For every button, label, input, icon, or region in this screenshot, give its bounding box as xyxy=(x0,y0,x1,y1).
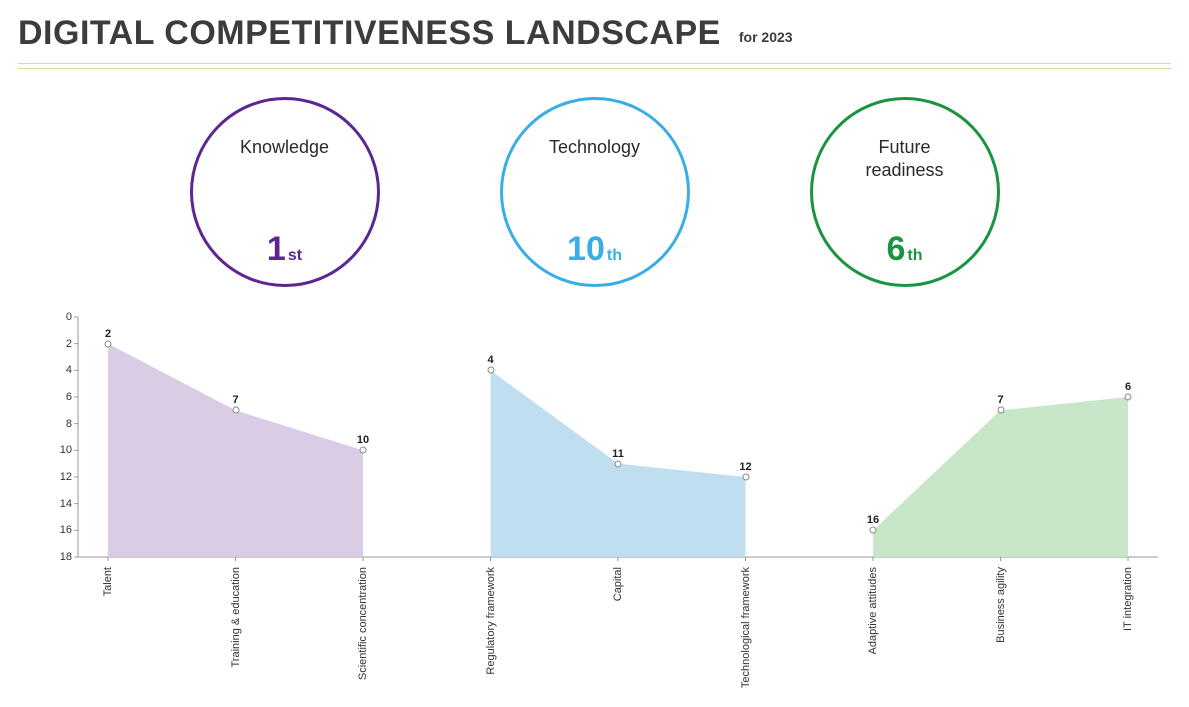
y-tick: 16 xyxy=(42,524,72,536)
y-tick: 6 xyxy=(42,391,72,403)
page-title: DIGITAL COMPETITIVENESS LANDSCAPE xyxy=(18,14,721,53)
y-tick: 0 xyxy=(42,311,72,323)
y-tick: 18 xyxy=(42,551,72,563)
x-tick: Regulatory framework xyxy=(485,567,497,675)
title-underline xyxy=(18,63,1171,69)
data-label: 6 xyxy=(1125,381,1131,393)
data-label: 7 xyxy=(232,394,238,406)
data-point xyxy=(742,474,749,481)
data-label: 4 xyxy=(487,354,493,366)
pillar-future-readiness-label: Future readiness xyxy=(865,136,943,181)
data-label: 7 xyxy=(997,394,1003,406)
data-point xyxy=(997,407,1004,414)
pillar-future-readiness: Future readiness 6 th xyxy=(810,97,1000,287)
data-point xyxy=(870,527,877,534)
x-tick: Technological framework xyxy=(740,567,752,688)
data-point xyxy=(487,367,494,374)
x-tick: Scientific concentration xyxy=(357,567,369,680)
x-tick: Adaptive attitudes xyxy=(867,567,879,654)
data-label: 11 xyxy=(612,448,624,460)
x-tick: Training & education xyxy=(230,567,242,668)
y-tick: 2 xyxy=(42,338,72,350)
pillar-knowledge-rank: 1 st xyxy=(267,232,302,266)
x-tick: Talent xyxy=(102,567,114,596)
data-label: 10 xyxy=(357,434,369,446)
pillar-future-readiness-rank: 6 th xyxy=(886,232,922,266)
x-tick: IT integration xyxy=(1122,567,1134,631)
x-tick: Business agility xyxy=(995,567,1007,643)
pillar-technology-label: Technology xyxy=(549,136,640,159)
landscape-chart: 0 2 4 6 8 10 12 14 16 18 2 Talent 7 Training & educat… xyxy=(18,307,1168,687)
data-point xyxy=(105,340,112,347)
data-point xyxy=(615,460,622,467)
pillar-circles: Knowledge 1 st Technology 10 th Future r… xyxy=(18,97,1171,287)
y-tick: 4 xyxy=(42,364,72,376)
pillar-technology: Technology 10 th xyxy=(500,97,690,287)
data-label: 16 xyxy=(867,514,879,526)
y-tick: 10 xyxy=(42,444,72,456)
data-point xyxy=(1125,394,1132,401)
data-point xyxy=(360,447,367,454)
pillar-technology-rank: 10 th xyxy=(567,232,622,266)
data-label: 2 xyxy=(105,328,111,340)
y-tick: 8 xyxy=(42,418,72,430)
pillar-knowledge-label: Knowledge xyxy=(240,136,329,159)
x-tick: Capital xyxy=(612,567,624,601)
data-label: 12 xyxy=(739,461,751,473)
pillar-knowledge: Knowledge 1 st xyxy=(190,97,380,287)
y-tick: 12 xyxy=(42,471,72,483)
data-point xyxy=(232,407,239,414)
y-tick: 14 xyxy=(42,498,72,510)
subtitle-year: for 2023 xyxy=(739,29,793,45)
